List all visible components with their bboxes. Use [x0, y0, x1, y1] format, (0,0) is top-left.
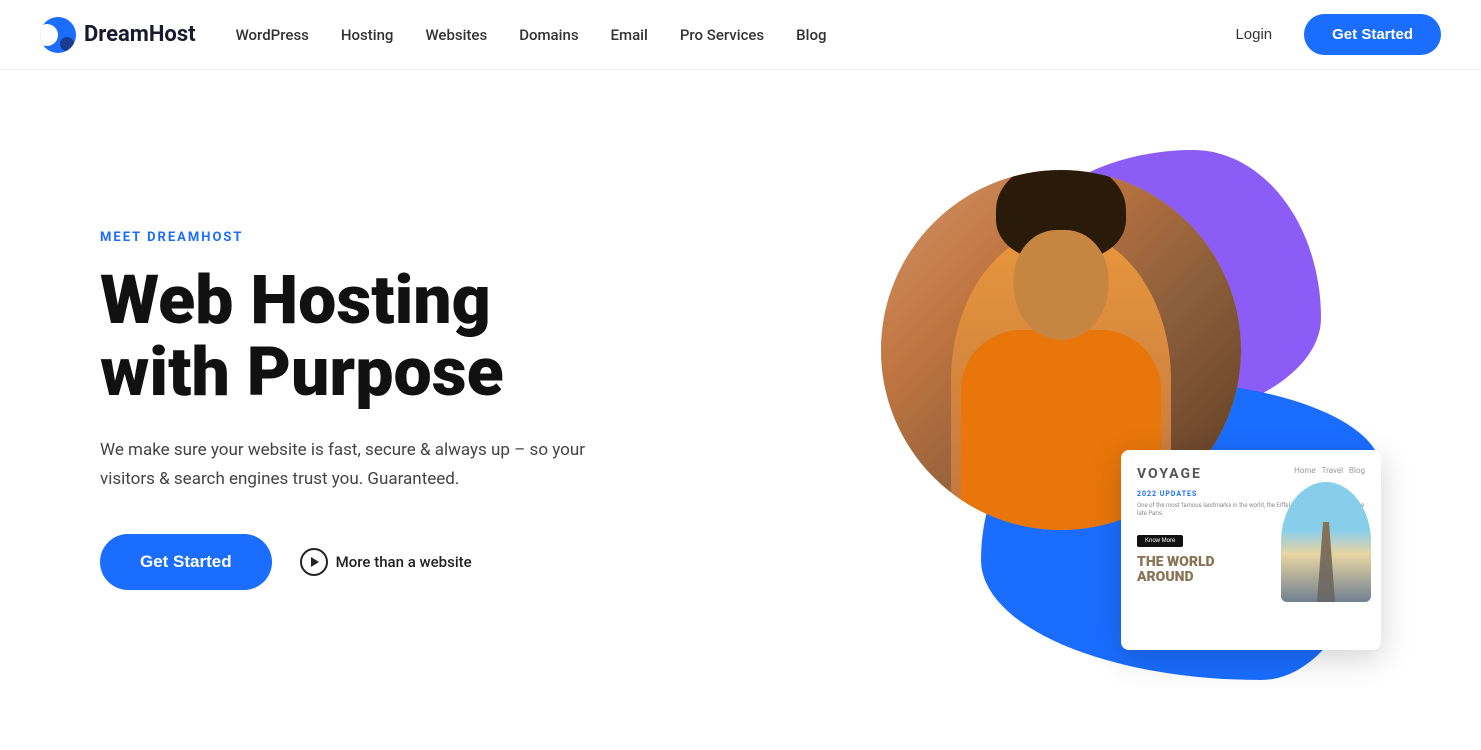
hero-section: MEET DREAMHOST Web Hosting with Purpose … — [0, 70, 1481, 750]
hero-left: MEET DREAMHOST Web Hosting with Purpose … — [100, 230, 720, 590]
more-than-website-label: More than a website — [336, 553, 472, 571]
main-nav: DreamHost WordPress Hosting Websites Dom… — [0, 0, 1481, 70]
nav-right: Login Get Started — [1223, 14, 1441, 55]
card-big-line2: AROUND — [1137, 569, 1194, 585]
nav-item-websites[interactable]: Websites — [425, 26, 487, 44]
hero-right: VOYAGE Home Travel Blog 2022 UPDATES One… — [720, 130, 1401, 690]
card-title: VOYAGE — [1137, 466, 1202, 482]
nav-item-pro-services[interactable]: Pro Services — [680, 26, 764, 44]
login-button[interactable]: Login — [1223, 18, 1284, 51]
more-than-website-link[interactable]: More than a website — [300, 548, 472, 576]
get-started-hero-button[interactable]: Get Started — [100, 534, 272, 590]
hero-actions: Get Started More than a website — [100, 534, 720, 590]
logo-text: DreamHost — [84, 22, 196, 47]
card-nav-blog: Blog — [1349, 466, 1365, 475]
nav-item-email[interactable]: Email — [611, 26, 648, 44]
logo-link[interactable]: DreamHost — [40, 17, 196, 53]
hero-eyebrow: MEET DREAMHOST — [100, 230, 720, 245]
play-icon — [300, 548, 328, 576]
nav-item-blog[interactable]: Blog — [796, 26, 826, 44]
eiffel-tower-icon — [1311, 522, 1341, 602]
nav-item-wordpress[interactable]: WordPress — [236, 26, 309, 44]
hero-title-line1: Web Hosting — [100, 260, 491, 340]
face-decoration — [1013, 230, 1108, 340]
card-header: VOYAGE Home Travel Blog — [1137, 466, 1365, 482]
hero-subtitle: We make sure your website is fast, secur… — [100, 436, 620, 494]
hero-title: Web Hosting with Purpose — [100, 265, 720, 408]
card-big-line1: THE WORLD — [1137, 554, 1215, 570]
card-image — [1281, 482, 1371, 602]
get-started-nav-button[interactable]: Get Started — [1304, 14, 1441, 55]
nav-item-hosting[interactable]: Hosting — [341, 26, 394, 44]
nav-links: WordPress Hosting Websites Domains Email… — [236, 25, 827, 44]
website-card: VOYAGE Home Travel Blog 2022 UPDATES One… — [1121, 450, 1381, 650]
card-know-more-button[interactable]: Know More — [1137, 535, 1183, 547]
nav-item-domains[interactable]: Domains — [519, 26, 578, 44]
nav-left: DreamHost WordPress Hosting Websites Dom… — [40, 17, 826, 53]
logo-icon — [40, 17, 76, 53]
card-nav-travel: Travel — [1322, 466, 1343, 475]
card-nav: Home Travel Blog — [1294, 466, 1365, 475]
card-nav-home: Home — [1294, 466, 1316, 475]
hero-title-line2: with Purpose — [100, 332, 504, 412]
